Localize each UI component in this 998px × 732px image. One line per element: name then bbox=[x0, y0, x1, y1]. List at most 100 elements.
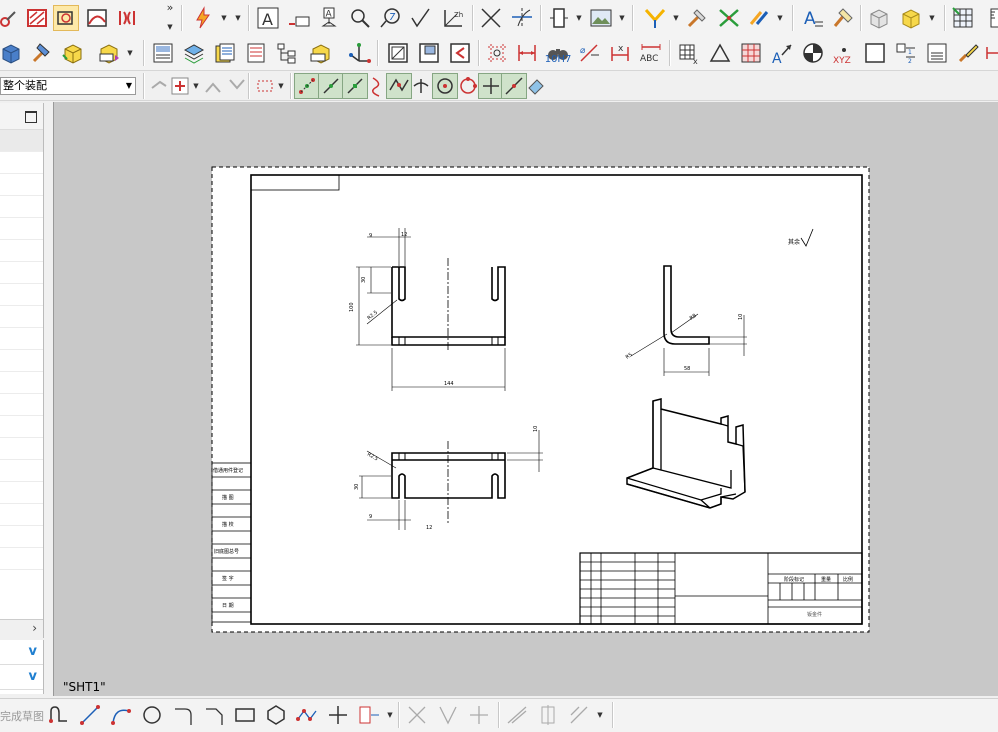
bow-icon[interactable] bbox=[716, 5, 742, 31]
offset-curve-icon[interactable] bbox=[356, 702, 382, 728]
fillet-icon[interactable] bbox=[170, 702, 196, 728]
arrow-frame-icon[interactable] bbox=[447, 40, 473, 66]
navigator-row[interactable] bbox=[0, 262, 43, 284]
navigator-row[interactable] bbox=[0, 526, 43, 548]
edit-style-icon[interactable] bbox=[830, 5, 856, 31]
drawing-sheet[interactable]: 9 12 30 100 R2.5 144 R5 R8 10 58 R2.5 30… bbox=[54, 102, 998, 696]
chamfer-icon[interactable] bbox=[201, 702, 227, 728]
view-3d-icon[interactable] bbox=[0, 40, 24, 66]
chevron-down-icon[interactable]: v bbox=[29, 669, 37, 684]
box-grey-icon[interactable] bbox=[866, 5, 892, 31]
datum-feature-icon[interactable]: A bbox=[316, 5, 342, 31]
dropdown-arrow[interactable]: ▼ bbox=[126, 40, 134, 66]
table-x-icon[interactable]: x bbox=[676, 40, 702, 66]
layers-icon[interactable] bbox=[181, 40, 207, 66]
chevron-down-icon[interactable]: v bbox=[29, 644, 37, 659]
navigator-row[interactable] bbox=[0, 196, 43, 218]
profile-icon[interactable] bbox=[46, 702, 72, 728]
navigator-row[interactable] bbox=[0, 174, 43, 196]
xyz-coords-icon[interactable]: XYZ bbox=[831, 40, 857, 66]
weld-bead-icon[interactable] bbox=[642, 5, 668, 31]
yellow-cube-icon[interactable] bbox=[60, 40, 86, 66]
eraser-icon[interactable] bbox=[523, 73, 549, 99]
navigator-row[interactable] bbox=[0, 372, 43, 394]
dropdown-arrow[interactable]: ▼ bbox=[277, 73, 285, 99]
dimension-sketch-icon[interactable] bbox=[566, 702, 592, 728]
dropdown-arrow[interactable]: ▼ bbox=[596, 702, 604, 728]
grid-table-icon[interactable] bbox=[950, 5, 976, 31]
arrow-text-icon[interactable]: A bbox=[769, 40, 795, 66]
linear-dim-icon[interactable] bbox=[514, 40, 540, 66]
image-icon[interactable] bbox=[588, 5, 614, 31]
horizontal-scrollbar[interactable]: › bbox=[0, 619, 43, 638]
width-dim-icon[interactable] bbox=[984, 40, 998, 66]
stack-sheets-icon[interactable] bbox=[212, 40, 238, 66]
ordinate-dim-icon[interactable]: x bbox=[607, 40, 633, 66]
dim-snap-icon[interactable] bbox=[200, 73, 226, 99]
abc-dim-icon[interactable]: ABC bbox=[638, 40, 664, 66]
section-view-icon[interactable] bbox=[24, 5, 50, 31]
pie-circle-icon[interactable] bbox=[800, 40, 826, 66]
chain-icon[interactable] bbox=[746, 5, 772, 31]
graphics-window[interactable]: 9 12 30 100 R2.5 144 R5 R8 10 58 R2.5 30… bbox=[53, 102, 998, 696]
sheet-list-icon[interactable] bbox=[243, 40, 269, 66]
abc-part-icon[interactable] bbox=[308, 40, 334, 66]
table-icon[interactable] bbox=[546, 5, 572, 31]
ruler-icon[interactable] bbox=[980, 5, 998, 31]
centerline-icon[interactable] bbox=[509, 5, 535, 31]
doc-lines-icon[interactable] bbox=[924, 40, 950, 66]
navigator-row[interactable] bbox=[0, 350, 43, 372]
navigator-row[interactable] bbox=[0, 218, 43, 240]
triangle-icon[interactable] bbox=[707, 40, 733, 66]
navigator-row[interactable] bbox=[0, 548, 43, 570]
section-collapse-1[interactable]: v bbox=[0, 640, 43, 665]
constraint-icon[interactable] bbox=[535, 702, 561, 728]
add-point-icon[interactable] bbox=[167, 73, 193, 99]
point-icon[interactable] bbox=[325, 702, 351, 728]
lightning-icon[interactable] bbox=[190, 5, 216, 31]
navigator-row[interactable] bbox=[0, 240, 43, 262]
blank-sheet-icon[interactable] bbox=[862, 40, 888, 66]
overflow-chevron[interactable]: » bbox=[166, 0, 174, 14]
break-view-icon[interactable] bbox=[84, 5, 110, 31]
cross-icon[interactable] bbox=[478, 5, 504, 31]
navigator-row[interactable] bbox=[0, 482, 43, 504]
dropdown-arrow[interactable]: ▼ bbox=[220, 5, 228, 31]
maximize-icon[interactable] bbox=[25, 111, 37, 123]
feature-control-icon[interactable]: 7 bbox=[378, 5, 404, 31]
polygon-icon[interactable] bbox=[263, 702, 289, 728]
note-text-icon[interactable]: A bbox=[255, 5, 281, 31]
axis-arrows-icon[interactable] bbox=[346, 40, 372, 66]
spline-icon[interactable] bbox=[294, 702, 320, 728]
list-sub-icon[interactable]: 12 bbox=[893, 40, 919, 66]
brush-icon[interactable] bbox=[955, 40, 981, 66]
corner-icon[interactable] bbox=[466, 702, 492, 728]
frame-icon[interactable] bbox=[385, 40, 411, 66]
weld-symbol-icon[interactable]: Zh bbox=[440, 5, 466, 31]
view-frame-icon[interactable] bbox=[416, 40, 442, 66]
dropdown-arrow[interactable]: ▼ bbox=[234, 5, 242, 31]
tolerance-fit-label[interactable]: 10H7 bbox=[545, 52, 572, 66]
circle-icon[interactable] bbox=[139, 702, 165, 728]
sketch-link-icon[interactable] bbox=[0, 5, 22, 31]
dropdown-arrow[interactable]: ▼ bbox=[776, 5, 784, 31]
select-box-icon[interactable] bbox=[252, 73, 278, 99]
navigator-row[interactable] bbox=[0, 460, 43, 482]
snap-endpoints-icon[interactable] bbox=[294, 73, 320, 99]
balloon-leader-icon[interactable] bbox=[286, 5, 312, 31]
arc-icon[interactable] bbox=[108, 702, 134, 728]
text-style-icon[interactable]: A bbox=[800, 5, 826, 31]
scroll-right-icon[interactable]: › bbox=[32, 621, 37, 635]
box-yellow-icon[interactable] bbox=[898, 5, 924, 31]
surface-finish-icon[interactable] bbox=[408, 5, 434, 31]
dropdown-arrow[interactable]: ▼ bbox=[386, 702, 394, 728]
finish-sketch-label[interactable]: 完成草图 bbox=[0, 708, 44, 724]
dropdown-arrow[interactable]: ▼ bbox=[672, 5, 680, 31]
assembly-filter-select[interactable]: 整个装配 ▼ bbox=[0, 77, 136, 95]
navigator-row[interactable] bbox=[0, 438, 43, 460]
mirror-icon[interactable] bbox=[504, 702, 530, 728]
dropdown-arrow[interactable]: ▼ bbox=[575, 5, 583, 31]
rectangle-icon[interactable] bbox=[232, 702, 258, 728]
detail-view-icon[interactable] bbox=[53, 5, 79, 31]
navigator-row[interactable] bbox=[0, 152, 43, 174]
